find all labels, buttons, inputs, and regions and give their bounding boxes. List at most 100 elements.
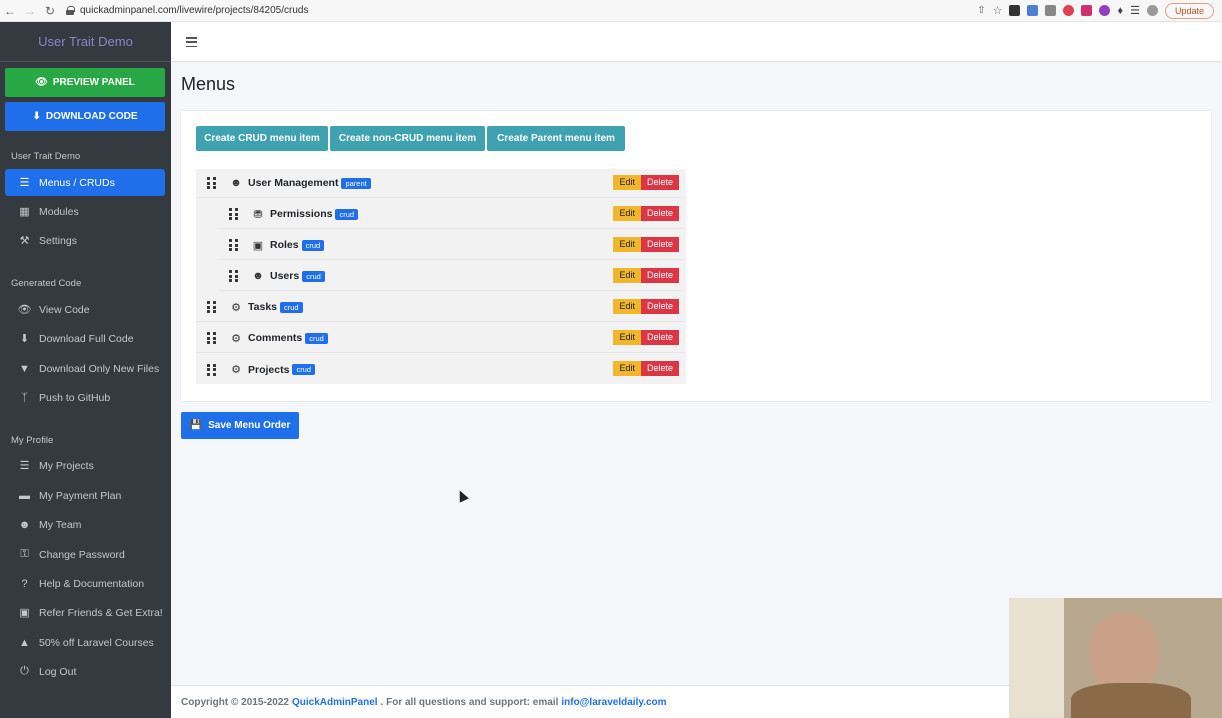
download-code-button[interactable]: ⬇ DOWNLOAD CODE <box>5 102 165 131</box>
sidebar-item-menus-cruds[interactable]: ☰ Menus / CRUDs <box>5 169 165 196</box>
section-header: Generated Code <box>11 278 82 289</box>
update-button[interactable]: Update <box>1164 2 1214 19</box>
create-parent-menu-item-button[interactable]: Create Parent menu item <box>487 126 625 151</box>
sidebar-item-change-password[interactable]: ⚿ Change Password <box>5 541 165 568</box>
sidebar-item-download-new-files[interactable]: ▼ Download Only New Files <box>5 355 165 382</box>
sidebar-item-payment-plan[interactable]: ▬ My Payment Plan <box>5 482 165 509</box>
sidebar-item-label: Refer Friends & Get Extra! <box>39 606 163 619</box>
menu-item-badge: crud <box>301 239 325 251</box>
extension-icon[interactable] <box>1081 5 1093 16</box>
sidebar-item-log-out[interactable]: ⏻ Log Out <box>5 658 165 685</box>
sidebar-item-download-full-code[interactable]: ⬇ Download Full Code <box>5 325 165 352</box>
delete-button[interactable]: Delete <box>640 361 679 376</box>
sidebar-item-modules[interactable]: ▦ Modules <box>5 198 165 225</box>
drag-handle-icon[interactable] <box>229 270 243 282</box>
sidebar-item-label: 50% off Laravel Courses <box>39 636 154 649</box>
delete-button[interactable]: Delete <box>640 175 679 190</box>
sidebar-item-label: Download Full Code <box>39 332 134 345</box>
puzzle-icon[interactable]: ♦ <box>1117 5 1123 17</box>
create-non-crud-menu-item-button[interactable]: Create non-CRUD menu item <box>330 126 485 151</box>
edit-button[interactable]: Edit <box>613 237 641 252</box>
preview-panel-label: PREVIEW PANEL <box>52 77 135 88</box>
extension-icon[interactable] <box>1045 5 1057 16</box>
menu-item-name: User Management <box>248 177 339 189</box>
forward-icon[interactable]: → <box>20 1 40 21</box>
eye-icon: 👁 <box>35 77 48 88</box>
extension-icon[interactable] <box>1099 5 1111 16</box>
menu-list-icon[interactable]: ☰ <box>1130 4 1140 17</box>
back-icon[interactable]: ← <box>0 1 20 21</box>
sidebar-item-push-to-github[interactable]: ᛉ Push to GitHub <box>5 384 165 411</box>
sidebar-item-settings[interactable]: ⚒ Settings <box>5 227 165 254</box>
browser-toolbar: ← → ↻ quickadminpanel.com/livewire/proje… <box>0 0 1222 22</box>
question-circle-icon: ? <box>21 577 28 590</box>
save-icon: 💾 <box>189 420 203 431</box>
footer-copyright: Copyright © 2015-2022 <box>181 696 289 708</box>
sidebar-item-help[interactable]: ? Help & Documentation <box>5 570 165 597</box>
reload-icon[interactable]: ↻ <box>40 1 60 21</box>
drag-handle-icon[interactable] <box>229 239 243 251</box>
delete-button[interactable]: Delete <box>640 237 679 252</box>
eye-icon: 👁 <box>17 304 32 316</box>
person-head <box>1089 613 1159 693</box>
footer-brand-link[interactable]: QuickAdminPanel <box>292 697 378 708</box>
menu-item-row[interactable]: ⚙ Projects crud Edit Delete <box>196 355 686 384</box>
sidebar-item-label: Settings <box>39 234 77 247</box>
delete-button[interactable]: Delete <box>640 206 679 221</box>
menu-item-row[interactable]: ⚙ Comments crud Edit Delete <box>196 324 686 353</box>
briefcase-icon: ▣ <box>252 239 264 252</box>
url-text: quickadminpanel.com/livewire/projects/84… <box>80 5 309 16</box>
menu-item-name: Roles <box>270 239 299 251</box>
brand-link[interactable]: User Trait Demo <box>0 22 171 62</box>
edit-button[interactable]: Edit <box>613 330 641 345</box>
edit-button[interactable]: Edit <box>613 299 641 314</box>
drag-handle-icon[interactable] <box>207 301 221 313</box>
cubes-icon: ▦ <box>19 206 30 218</box>
drag-handle-icon[interactable] <box>229 208 243 220</box>
delete-button[interactable]: Delete <box>640 299 679 314</box>
share-icon[interactable]: ⇧ <box>977 5 985 16</box>
sidebar-item-my-team[interactable]: ☻ My Team <box>5 511 165 538</box>
menu-item-row[interactable]: ⛃ Permissions crud Edit Delete <box>218 200 686 229</box>
delete-button[interactable]: Delete <box>640 330 679 345</box>
sidebar-item-label: Modules <box>39 205 79 218</box>
hamburger-menu-icon[interactable] <box>186 37 197 47</box>
save-menu-order-button[interactable]: 💾 Save Menu Order <box>181 412 299 439</box>
menu-item-row[interactable]: ☻ User Management parent Edit Delete <box>196 169 686 198</box>
extension-icon[interactable] <box>1063 5 1075 16</box>
footer-email-link[interactable]: info@laraveldaily.com <box>561 697 666 708</box>
drag-handle-icon[interactable] <box>207 363 221 376</box>
address-bar[interactable]: quickadminpanel.com/livewire/projects/84… <box>66 5 977 16</box>
star-icon[interactable]: ☆ <box>993 4 1003 17</box>
drag-handle-icon[interactable] <box>207 177 221 189</box>
menu-item-row[interactable]: ▣ Roles crud Edit Delete <box>218 231 686 260</box>
create-crud-menu-item-button[interactable]: Create CRUD menu item <box>196 126 328 151</box>
sidebar-item-label: Push to GitHub <box>39 391 111 404</box>
sidebar-item-label: My Team <box>39 518 82 531</box>
extension-icon[interactable] <box>1027 5 1039 16</box>
edit-button[interactable]: Edit <box>613 268 641 283</box>
list-icon: ☰ <box>19 460 30 472</box>
menu-item-row[interactable]: ⚙ Tasks crud Edit Delete <box>196 293 686 322</box>
section-header: My Profile <box>11 435 54 446</box>
edit-button[interactable]: Edit <box>613 206 641 221</box>
person-shoulders <box>1071 683 1191 718</box>
edit-button[interactable]: Edit <box>613 361 641 376</box>
user-icon: ☻ <box>252 270 264 282</box>
extension-icon[interactable] <box>1009 5 1021 16</box>
menu-item-row[interactable]: ☻ Users crud Edit Delete <box>218 262 686 291</box>
cogs-icon: ⚙ <box>231 301 241 314</box>
power-icon: ⏻ <box>20 665 29 677</box>
profile-avatar-icon[interactable] <box>1146 5 1158 16</box>
drag-handle-icon[interactable] <box>207 332 221 344</box>
sidebar-item-my-projects[interactable]: ☰ My Projects <box>5 452 165 479</box>
users-icon: ☻ <box>230 177 242 189</box>
sidebar-item-refer-friends[interactable]: ▣ Refer Friends & Get Extra! <box>5 599 165 626</box>
sidebar-item-laravel-courses[interactable]: ▲ 50% off Laravel Courses <box>5 629 165 656</box>
sidebar-item-view-code[interactable]: 👁 View Code <box>5 296 165 323</box>
wrench-icon: ⚒ <box>19 235 30 247</box>
edit-button[interactable]: Edit <box>613 175 641 190</box>
delete-button[interactable]: Delete <box>640 268 679 283</box>
preview-panel-button[interactable]: 👁 PREVIEW PANEL <box>5 68 165 97</box>
menu-item-name: Projects <box>248 363 290 376</box>
